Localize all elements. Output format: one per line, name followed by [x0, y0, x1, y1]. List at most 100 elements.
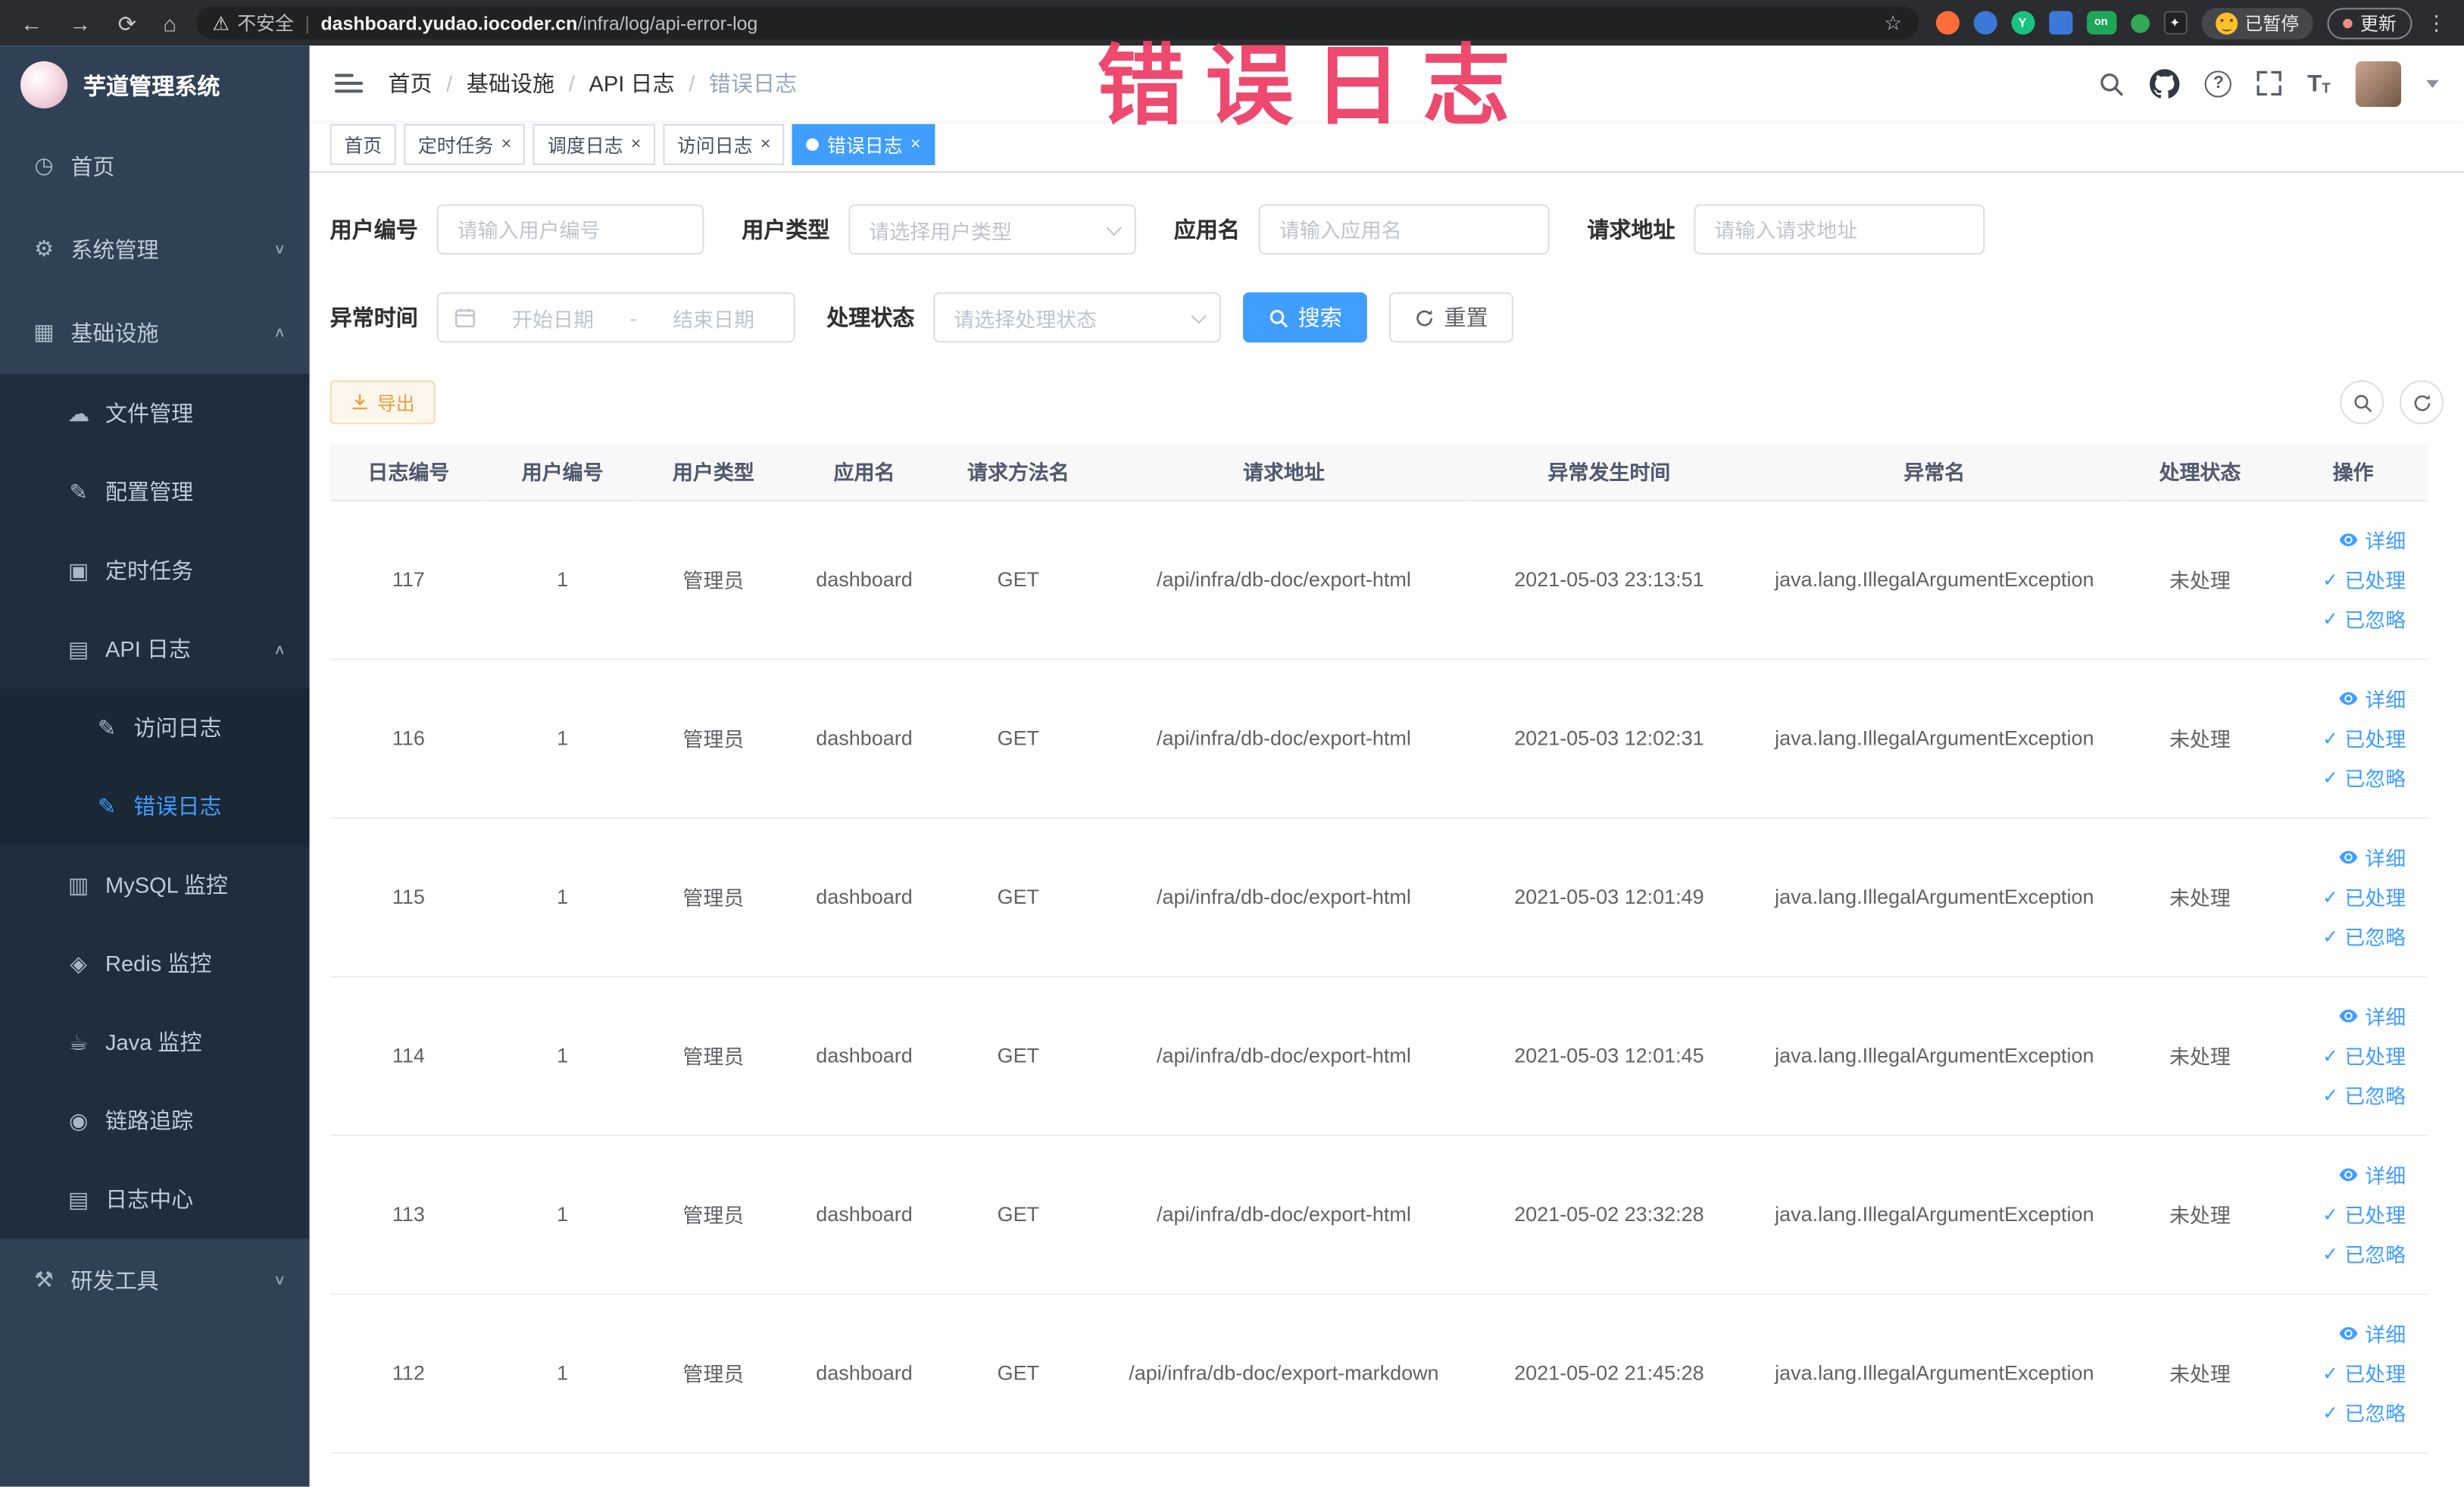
bookmark-star-icon[interactable]: ☆ [1884, 10, 1902, 35]
table-toolbar: 导出 [329, 380, 2444, 425]
breadcrumb-current: 错误日志 [708, 70, 798, 96]
home-icon[interactable]: ⌂ [163, 12, 176, 34]
calendar-icon [454, 307, 476, 329]
sidebar-item-api-logs[interactable]: ▤ API 日志 ∧ [0, 609, 310, 689]
mark-ignored-link[interactable]: ✓ 已忽略 [2322, 1397, 2406, 1426]
breadcrumb-item[interactable]: 首页 [388, 67, 432, 98]
security-chip[interactable]: ⚠ 不安全 [212, 9, 293, 36]
sidebar-item-mysql-monitor[interactable]: ▥ MySQL 监控 [0, 845, 310, 924]
profile-chip-label: 已暂停 [2244, 14, 2300, 34]
close-icon[interactable]: × [631, 135, 641, 153]
export-button[interactable]: 导出 [329, 380, 436, 425]
reload-icon[interactable]: ⟳ [118, 12, 136, 34]
extension-icon[interactable] [1935, 11, 1959, 35]
browser-update-button[interactable]: 更新 [2327, 7, 2412, 39]
mark-ignored-link[interactable]: ✓ 已忽略 [2322, 762, 2406, 792]
detail-link[interactable]: 详细 [2338, 1001, 2406, 1031]
check-icon: ✓ [2322, 567, 2338, 591]
filter-request-url: 请求地址 [1587, 204, 1985, 255]
check-icon: ✓ [2322, 1361, 2338, 1384]
check-icon: ✓ [2322, 1401, 2338, 1423]
close-icon[interactable]: × [910, 135, 920, 153]
user-avatar[interactable] [2355, 60, 2401, 107]
font-size-icon[interactable]: TT [2307, 71, 2330, 95]
tab-scheduled-jobs[interactable]: 定时任务 × [404, 123, 526, 165]
extension-icon[interactable]: ✦ [2163, 11, 2187, 35]
detail-link[interactable]: 详细 [2338, 525, 2406, 555]
error-log-table: 日志编号 用户编号 用户类型 应用名 请求方法名 请求地址 异常发生时间 异常名… [329, 443, 2428, 1453]
chevron-down-icon: ∨ [273, 242, 286, 258]
sidebar-item-tracing[interactable]: ◉ 链路追踪 [0, 1081, 310, 1161]
github-icon[interactable] [2150, 68, 2181, 98]
sidebar-item-infrastructure[interactable]: ▦ 基础设施 ∧ [0, 290, 310, 374]
close-icon[interactable]: × [501, 135, 511, 153]
mark-processed-link[interactable]: ✓ 已处理 [2322, 723, 2406, 752]
extension-icon[interactable] [2048, 11, 2072, 35]
log-icon: ▤ [67, 636, 89, 661]
breadcrumb-item[interactable]: 基础设施 [467, 67, 554, 98]
sidebar-item-java-monitor[interactable]: ☕ Java 监控 [0, 1002, 310, 1082]
refresh-button[interactable] [2399, 380, 2444, 425]
url-bar[interactable]: ⚠ 不安全 | dashboard.yudao.iocoder.cn/infra… [196, 6, 1919, 39]
user-type-select[interactable]: 请选择用户类型 [848, 204, 1136, 255]
mark-ignored-link[interactable]: ✓ 已忽略 [2322, 1079, 2406, 1109]
help-icon[interactable]: ? [2205, 70, 2232, 97]
toggle-search-button[interactable] [2340, 380, 2384, 425]
sidebar-item-redis-monitor[interactable]: ◈ Redis 监控 [0, 923, 310, 1003]
avatar-caret-icon[interactable] [2426, 79, 2439, 88]
mark-processed-link[interactable]: ✓ 已处理 [2322, 1357, 2406, 1387]
sidebar-item-system-management[interactable]: ⚙ 系统管理 ∨ [0, 207, 310, 291]
sidebar-item-dev-tools[interactable]: ⚒ 研发工具 ∨ [0, 1238, 310, 1322]
extension-icon[interactable] [1972, 11, 1997, 35]
sidebar-item-error-log[interactable]: ✎ 错误日志 [0, 767, 310, 846]
browser-profile-chip[interactable]: 已暂停 [2200, 7, 2313, 39]
col-header: 请求地址 [1097, 443, 1471, 501]
tab-schedule-log[interactable]: 调度日志 × [533, 123, 655, 165]
tab-error-log[interactable]: 错误日志 × [792, 123, 935, 165]
detail-link[interactable]: 详细 [2338, 1319, 2406, 1348]
request-url-input[interactable] [1694, 204, 1985, 255]
reset-button[interactable]: 重置 [1388, 292, 1513, 343]
detail-link[interactable]: 详细 [2338, 1160, 2406, 1189]
extension-icon[interactable]: on [2086, 11, 2116, 35]
warning-icon: ⚠ [212, 11, 230, 34]
sidebar-toggle-icon[interactable] [334, 73, 364, 93]
mark-ignored-link[interactable]: ✓ 已忽略 [2322, 921, 2406, 951]
back-icon[interactable]: ← [20, 12, 42, 34]
mark-processed-link[interactable]: ✓ 已处理 [2322, 882, 2406, 911]
close-icon[interactable]: × [760, 135, 770, 153]
breadcrumb-item[interactable]: API 日志 [589, 67, 675, 98]
col-header: 异常名 [1747, 443, 2122, 501]
table-row: 114 1 管理员 dashboard GET /api/infra/db-do… [329, 976, 2428, 1136]
search-button[interactable]: 搜索 [1243, 292, 1367, 343]
extension-icon[interactable]: Y [2010, 11, 2035, 35]
tab-home[interactable]: 首页 [329, 123, 396, 165]
sidebar-item-file-management[interactable]: ☁ 文件管理 [0, 373, 310, 453]
mark-processed-link[interactable]: ✓ 已处理 [2322, 564, 2406, 594]
status-select[interactable]: 请选择处理状态 [933, 292, 1221, 343]
detail-link[interactable]: 详细 [2338, 842, 2406, 872]
sidebar-item-home[interactable]: ◷ 首页 [0, 123, 310, 208]
url-host: dashboard.yudao.iocoder.cn [320, 11, 578, 34]
range-separator: - [629, 305, 637, 330]
detail-link[interactable]: 详细 [2338, 683, 2406, 713]
sidebar-item-access-log[interactable]: ✎ 访问日志 [0, 688, 310, 767]
status-label: 处理状态 [826, 305, 915, 330]
forward-icon[interactable]: → [69, 12, 91, 34]
mark-ignored-link[interactable]: ✓ 已忽略 [2322, 604, 2406, 633]
tab-access-log[interactable]: 访问日志 × [663, 123, 785, 165]
sidebar-item-config-management[interactable]: ✎ 配置管理 [0, 452, 310, 532]
search-icon[interactable] [2098, 70, 2125, 96]
sidebar-item-scheduled-jobs[interactable]: ▣ 定时任务 [0, 531, 310, 610]
extension-icon[interactable] [2130, 13, 2150, 33]
date-range-picker[interactable]: 开始日期 - 结束日期 [436, 292, 795, 343]
app-name-input[interactable] [1258, 204, 1550, 255]
browser-menu-icon[interactable]: ⋮ [2426, 10, 2447, 35]
user-id-input[interactable] [436, 204, 704, 255]
mark-ignored-link[interactable]: ✓ 已忽略 [2322, 1239, 2406, 1268]
mark-processed-link[interactable]: ✓ 已处理 [2322, 1040, 2406, 1070]
mark-processed-link[interactable]: ✓ 已处理 [2322, 1199, 2406, 1229]
browser-chrome: ← → ⟳ ⌂ ⚠ 不安全 | dashboard.yudao.iocoder.… [0, 0, 2464, 46]
fullscreen-icon[interactable] [2257, 70, 2282, 96]
sidebar-item-log-center[interactable]: ▤ 日志中心 [0, 1160, 310, 1239]
